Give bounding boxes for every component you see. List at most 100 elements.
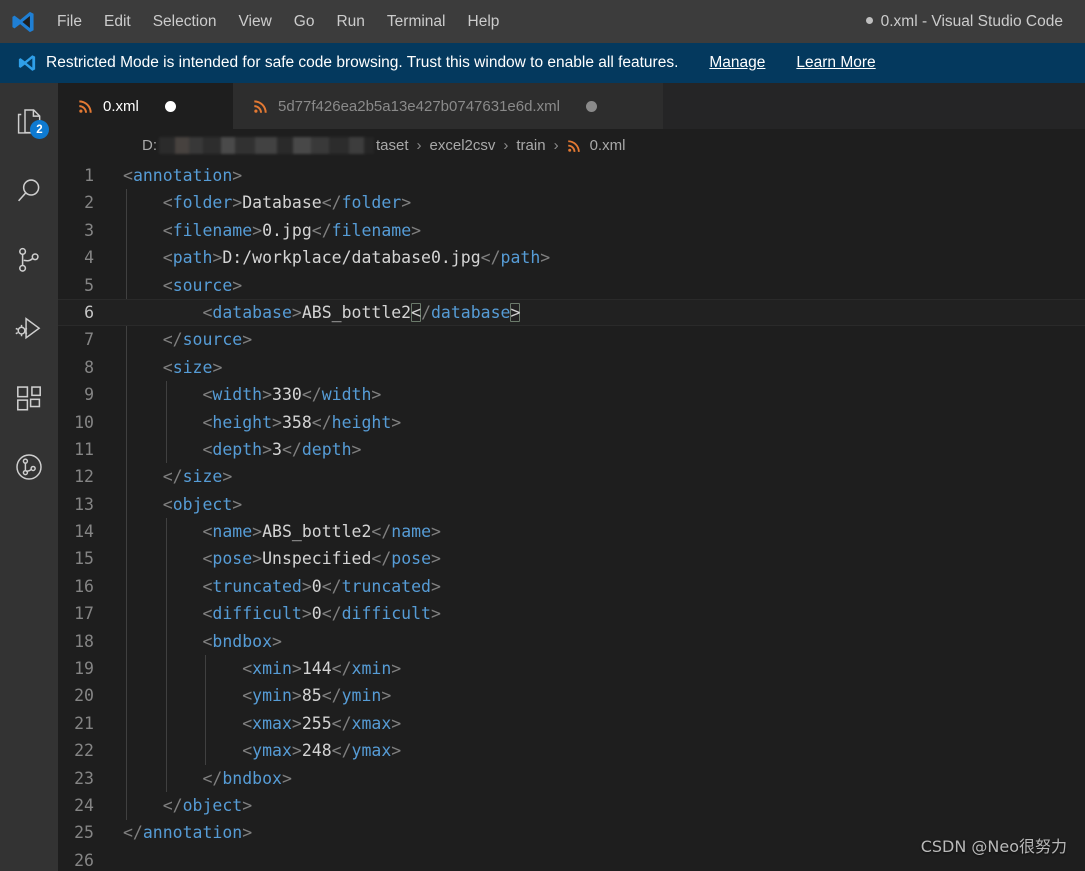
code-token-tag: database bbox=[212, 302, 292, 322]
code-line-text: <object> bbox=[120, 491, 242, 518]
code-line[interactable]: 14 <name>ABS_bottle2</name> bbox=[58, 518, 1085, 545]
banner-learn-more-link[interactable]: Learn More bbox=[796, 54, 875, 72]
text-editor[interactable]: 1 <annotation> 2 <folder>Database</folder>… bbox=[58, 162, 1085, 871]
code-line[interactable]: 16 <truncated>0</truncated> bbox=[58, 573, 1085, 600]
tab-label: 5d77f426ea2b5a13e427b0747631e6d.xml bbox=[278, 97, 560, 115]
menu-terminal[interactable]: Terminal bbox=[376, 9, 457, 35]
tab-dirty-dot-icon[interactable] bbox=[585, 100, 597, 112]
line-number: 14 bbox=[74, 522, 94, 542]
code-line[interactable]: 23 </bndbox> bbox=[58, 765, 1085, 792]
code-line[interactable]: 13 <object> bbox=[58, 491, 1085, 518]
code-token-tag: annotation bbox=[142, 823, 243, 843]
code-token-tag: object bbox=[172, 494, 233, 514]
code-token-br: </ bbox=[480, 248, 501, 268]
line-number: 3 bbox=[84, 220, 94, 240]
code-token-tag: width bbox=[212, 385, 263, 405]
code-token-tag: source bbox=[172, 275, 233, 295]
code-line[interactable]: 3 <filename>0.jpg</filename> bbox=[58, 217, 1085, 244]
menu-help[interactable]: Help bbox=[457, 9, 511, 35]
code-line[interactable]: 9 <width>330</width> bbox=[58, 381, 1085, 408]
code-token-br: > bbox=[281, 768, 292, 788]
code-token-br: < bbox=[162, 275, 173, 295]
activity-item-extensions[interactable] bbox=[0, 363, 58, 432]
code-line-text: <depth>3</depth> bbox=[120, 436, 361, 463]
activity-item-explorer[interactable]: 2 bbox=[0, 87, 58, 156]
menu-view[interactable]: View bbox=[227, 9, 282, 35]
activity-item-source-control[interactable] bbox=[0, 225, 58, 294]
code-token-txt: 0.jpg bbox=[262, 220, 312, 240]
line-number: 7 bbox=[84, 330, 94, 350]
code-line[interactable]: 21 <xmax>255</xmax> bbox=[58, 710, 1085, 737]
code-token-br: > bbox=[262, 439, 273, 459]
code-line[interactable]: 12 </size> bbox=[58, 463, 1085, 490]
activity-item-run-and-debug[interactable] bbox=[0, 294, 58, 363]
code-line[interactable]: 4 <path>D:/workplace/database0.jpg</path… bbox=[58, 244, 1085, 271]
code-line[interactable]: 22 <ymax>248</ymax> bbox=[58, 737, 1085, 764]
code-line-text: </annotation> bbox=[120, 819, 252, 846]
code-line[interactable]: 8 <size> bbox=[58, 354, 1085, 381]
menu-selection[interactable]: Selection bbox=[142, 9, 228, 35]
activity-item-testing[interactable] bbox=[0, 432, 58, 501]
breadcrumb-segment-excel2csv[interactable]: excel2csv bbox=[430, 137, 496, 154]
menu-file[interactable]: File bbox=[46, 9, 93, 35]
tab-5d77f426-xml[interactable]: 5d77f426ea2b5a13e427b0747631e6d.xml bbox=[233, 83, 663, 129]
code-token-txt: Unspecified bbox=[262, 549, 372, 569]
code-line-text: <pose>Unspecified</pose> bbox=[120, 545, 440, 572]
code-line-text: </object> bbox=[120, 792, 252, 819]
code-token-br: < bbox=[202, 522, 213, 542]
code-line[interactable]: 2 <folder>Database</folder> bbox=[58, 189, 1085, 216]
breadcrumb-segment-train[interactable]: train bbox=[516, 137, 545, 154]
workbench-body: 2 0.xml 5d77f426ea2b5a13e427b0747631e6d.… bbox=[0, 83, 1085, 871]
code-token-br: < bbox=[162, 357, 173, 377]
code-line[interactable]: 6 <database>ABS_bottle2</database> bbox=[58, 298, 1085, 327]
code-line[interactable]: 10 <height>358</height> bbox=[58, 409, 1085, 436]
code-token-tag: xmax bbox=[351, 713, 392, 733]
code-token-br: > bbox=[291, 659, 302, 679]
editor-code-lines[interactable]: 1 <annotation> 2 <folder>Database</folder>… bbox=[58, 162, 1085, 871]
activity-bar: 2 bbox=[0, 83, 58, 871]
code-line[interactable]: 20 <ymin>85</ymin> bbox=[58, 682, 1085, 709]
code-line[interactable]: 26 bbox=[58, 847, 1085, 871]
code-line[interactable]: 11 <depth>3</depth> bbox=[58, 436, 1085, 463]
breadcrumb-separator-icon: › bbox=[416, 137, 422, 154]
code-token-br: > bbox=[301, 604, 312, 624]
tab-label: 0.xml bbox=[103, 97, 139, 115]
code-token-tag: xmin bbox=[252, 659, 292, 679]
breadcrumb-drive[interactable]: D: bbox=[142, 137, 157, 154]
code-token-br: </ bbox=[321, 604, 342, 624]
code-line[interactable]: 15 <pose>Unspecified</pose> bbox=[58, 545, 1085, 572]
code-line[interactable]: 19 <xmin>144</xmin> bbox=[58, 655, 1085, 682]
line-number: 11 bbox=[74, 439, 94, 459]
code-token-tag: name bbox=[391, 522, 432, 542]
menu-edit[interactable]: Edit bbox=[93, 9, 142, 35]
code-token-br: > bbox=[430, 576, 441, 596]
code-token-br: </ bbox=[301, 385, 322, 405]
code-token-tag: size bbox=[182, 467, 223, 487]
code-token-tag: folder bbox=[172, 193, 233, 213]
menu-run[interactable]: Run bbox=[325, 9, 375, 35]
code-line-text: <bndbox> bbox=[120, 628, 281, 655]
breadcrumb-file[interactable]: 0.xml bbox=[590, 137, 626, 154]
code-token-br: > bbox=[222, 467, 233, 487]
tab-0-xml[interactable]: 0.xml bbox=[58, 83, 233, 129]
code-line[interactable]: 18 <bndbox> bbox=[58, 628, 1085, 655]
banner-manage-link[interactable]: Manage bbox=[709, 54, 765, 72]
code-token-tag: width bbox=[321, 385, 372, 405]
code-token-txt: 144 bbox=[301, 659, 332, 679]
menu-go[interactable]: Go bbox=[283, 9, 326, 35]
activity-item-search[interactable] bbox=[0, 156, 58, 225]
tab-dirty-dot-icon[interactable] bbox=[164, 100, 176, 112]
code-line[interactable]: 17 <difficult>0</difficult> bbox=[58, 600, 1085, 627]
code-line[interactable]: 1 <annotation> bbox=[58, 162, 1085, 189]
xml-file-icon bbox=[253, 99, 268, 114]
code-line[interactable]: 24 </object> bbox=[58, 792, 1085, 819]
breadcrumb-segment-dataset[interactable]: taset bbox=[376, 137, 409, 154]
code-line[interactable]: 25 </annotation> bbox=[58, 819, 1085, 846]
git-graph-icon bbox=[13, 451, 45, 483]
code-token-br: > bbox=[232, 494, 243, 514]
code-line[interactable]: 5 <source> bbox=[58, 272, 1085, 299]
code-token-br: < bbox=[242, 659, 253, 679]
search-icon bbox=[13, 175, 45, 207]
code-line[interactable]: 7 </source> bbox=[58, 326, 1085, 353]
code-token-br: > bbox=[381, 686, 392, 706]
